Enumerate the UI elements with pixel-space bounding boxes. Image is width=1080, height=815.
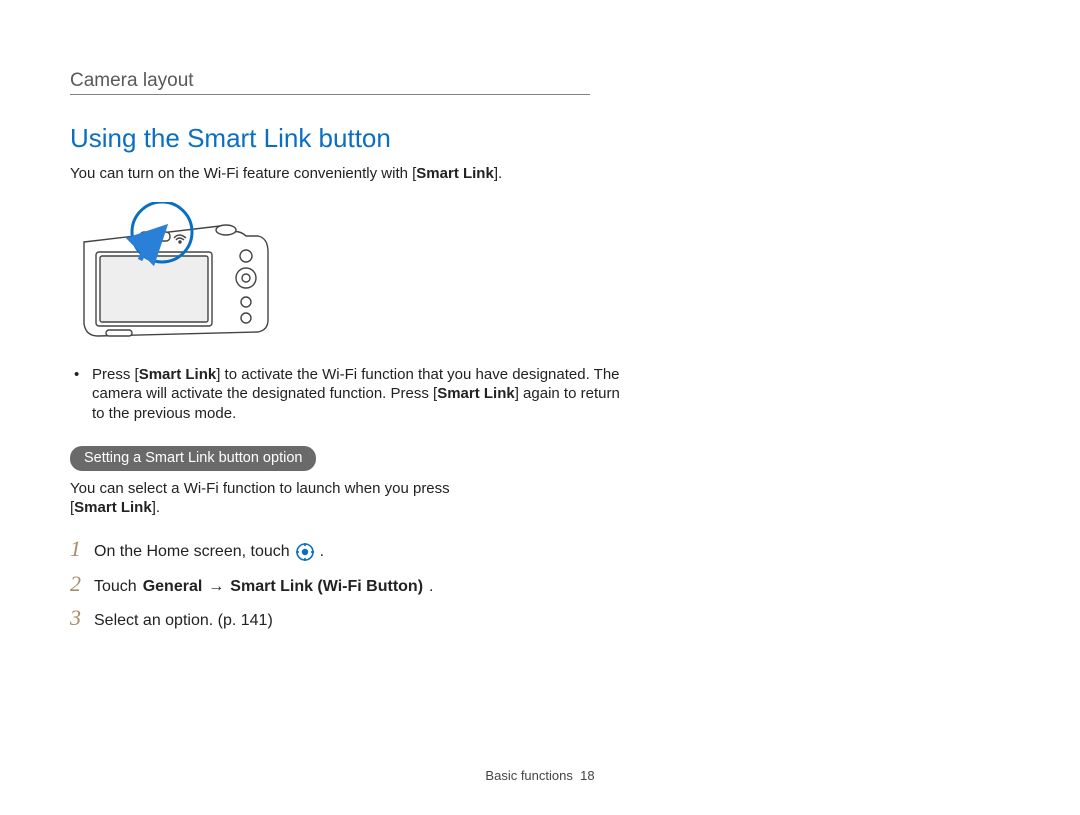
step-text: Select an option. (p. 141) — [94, 611, 273, 632]
step2-arrow: → — [208, 577, 224, 598]
subintro-line1: You can select a Wi-Fi function to launc… — [70, 480, 450, 497]
bullet-bold2: Smart Link — [437, 385, 515, 402]
bullet-bold1: Smart Link — [139, 366, 217, 383]
steps-list: 1 On the Home screen, touch . 2 — [70, 538, 1010, 632]
sub-heading-pill: Setting a Smart Link button option — [70, 446, 316, 471]
step2-pre: Touch — [94, 577, 137, 598]
intro-text-pre: You can turn on the Wi-Fi feature conven… — [70, 165, 416, 182]
breadcrumb-wrap: Camera layout — [70, 70, 590, 95]
step3-text: Select an option. (p. 141) — [94, 611, 273, 632]
step-text: On the Home screen, touch . — [94, 542, 324, 563]
step2-bold1: General — [143, 577, 203, 598]
bullet-text: Press [Smart Link] to activate the Wi-Fi… — [92, 365, 630, 424]
intro-text-post: ]. — [494, 165, 502, 182]
step-row: 1 On the Home screen, touch . — [70, 538, 1010, 563]
step2-post: . — [429, 577, 433, 598]
camera-illustration — [70, 202, 1010, 347]
subintro-line2-bold: Smart Link — [74, 499, 152, 516]
step-number: 2 — [70, 573, 94, 595]
footer-page-number: 18 — [580, 768, 594, 783]
step-text: Touch General → Smart Link (Wi-Fi Button… — [94, 577, 433, 598]
bullet-pre1: Press [ — [92, 366, 139, 383]
bullet-dot: • — [70, 365, 92, 424]
breadcrumb: Camera layout — [70, 70, 194, 91]
step2-bold2: Smart Link (Wi-Fi Button) — [230, 577, 423, 598]
intro-text-bold: Smart Link — [416, 165, 494, 182]
subintro-paragraph: You can select a Wi-Fi function to launc… — [70, 479, 630, 518]
step1-pre: On the Home screen, touch — [94, 542, 290, 563]
step-row: 2 Touch General → Smart Link (Wi-Fi Butt… — [70, 573, 1010, 598]
step1-post: . — [320, 542, 324, 563]
step-number: 3 — [70, 607, 94, 629]
camera-svg — [70, 202, 278, 342]
subintro-line2-post: ]. — [152, 499, 160, 516]
step-number: 1 — [70, 538, 94, 560]
page-footer: Basic functions 18 — [0, 768, 1080, 783]
target-icon — [296, 543, 314, 561]
step-row: 3 Select an option. (p. 141) — [70, 607, 1010, 632]
footer-section: Basic functions — [485, 768, 572, 783]
section-title: Using the Smart Link button — [70, 123, 1010, 154]
intro-paragraph: You can turn on the Wi-Fi feature conven… — [70, 164, 650, 184]
manual-page: Camera layout Using the Smart Link butto… — [0, 0, 1080, 815]
bullet-item: • Press [Smart Link] to activate the Wi-… — [70, 365, 630, 424]
